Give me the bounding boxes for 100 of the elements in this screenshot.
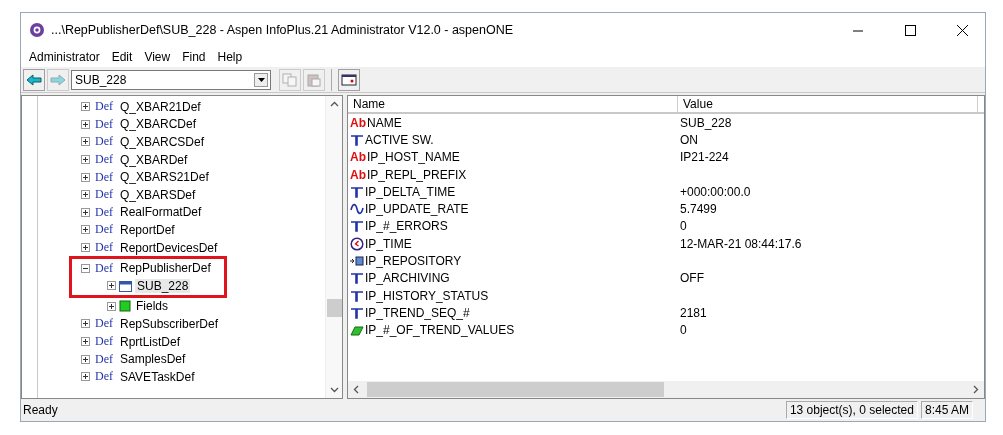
expand-icon[interactable]: [107, 301, 116, 311]
property-value: IP21-224: [679, 150, 729, 165]
property-value: 5.7499: [679, 202, 717, 217]
property-name[interactable]: IP_REPL_PREFIX: [367, 167, 467, 182]
def-label: Def: [95, 152, 113, 168]
property-name[interactable]: IP_TREND_SEQ_#: [365, 305, 470, 320]
location-combo[interactable]: SUB_228: [71, 69, 271, 90]
menu-item[interactable]: Administrator: [23, 50, 106, 64]
expand-icon[interactable]: [81, 225, 90, 235]
window-button[interactable]: [338, 68, 360, 91]
menu-item[interactable]: Edit: [105, 50, 139, 64]
def-label: Def: [95, 204, 113, 220]
dropdown-caret-icon[interactable]: [254, 72, 268, 87]
tree-item[interactable]: RepSubscriberDef: [118, 316, 221, 331]
step-signal-icon: [350, 184, 364, 199]
property-name[interactable]: IP_#_ERRORS: [365, 219, 448, 234]
scroll-up-icon[interactable]: [329, 100, 339, 109]
property-value: +000:00:00.0: [679, 184, 751, 199]
menu-item[interactable]: View: [138, 50, 177, 64]
menu-item[interactable]: Find: [176, 50, 212, 64]
tree-item[interactable]: RealFormatDef: [118, 205, 204, 220]
property-value: 12-MAR-21 08:44:17.6: [679, 236, 802, 251]
tree-item[interactable]: SAVETaskDef: [118, 369, 197, 384]
tree-item[interactable]: RepPublisherDef: [118, 261, 213, 276]
status-time: 8:45 AM: [920, 401, 973, 419]
def-label: Def: [95, 316, 113, 332]
property-name[interactable]: IP_HISTORY_STATUS: [365, 288, 489, 303]
collapse-icon[interactable]: [81, 263, 90, 273]
horizontal-scrollbar[interactable]: [348, 381, 984, 398]
repository-icon: [350, 254, 364, 268]
tree-item[interactable]: Q_XBARDef: [118, 152, 190, 167]
property-value: 2181: [679, 305, 707, 320]
menu-item[interactable]: Help: [211, 50, 249, 64]
text-type-icon: Ab: [350, 115, 366, 130]
def-label: Def: [95, 116, 113, 132]
expand-icon[interactable]: [81, 190, 90, 200]
tree-item[interactable]: ReportDef: [118, 222, 177, 237]
expand-icon[interactable]: [81, 337, 90, 346]
object-count: 13 object(s), 0 selected: [785, 401, 918, 419]
property-name[interactable]: IP_ARCHIVING: [365, 271, 450, 286]
property-name[interactable]: IP_TIME: [365, 236, 412, 251]
property-name[interactable]: IP_DELTA_TIME: [365, 184, 456, 199]
def-label: Def: [95, 260, 113, 276]
step-signal-icon: [350, 271, 364, 286]
expand-icon[interactable]: [81, 319, 90, 329]
window-title: ...\RepPublisherDef\SUB_228 - Aspen InfoPlus.21 Administrator V12.0 - aspenONE: [51, 23, 515, 37]
record-icon: [119, 279, 132, 292]
expand-icon[interactable]: [107, 281, 116, 291]
step-signal-icon: [350, 132, 364, 147]
tree-item[interactable]: Fields: [134, 299, 170, 314]
expand-icon[interactable]: [81, 119, 90, 129]
vertical-scrollbar[interactable]: [325, 96, 342, 398]
status-text: Ready: [23, 403, 59, 417]
app-logo-icon: [29, 22, 45, 38]
def-label: Def: [95, 134, 113, 150]
step-signal-icon: [350, 219, 364, 234]
property-value: SUB_228: [679, 115, 732, 130]
expand-icon[interactable]: [81, 354, 90, 364]
tree-item[interactable]: Q_XBAR21Def: [118, 99, 203, 114]
scroll-down-icon[interactable]: [329, 385, 339, 394]
back-button[interactable]: [23, 68, 45, 91]
expand-icon[interactable]: [81, 102, 90, 112]
expand-icon[interactable]: [81, 155, 90, 165]
property-value: 0: [679, 219, 687, 234]
tree-item[interactable]: Q_XBARS21Def: [118, 170, 211, 185]
property-name[interactable]: NAME: [367, 115, 402, 130]
property-name[interactable]: IP_#_OF_TREND_VALUES: [365, 323, 515, 338]
scroll-thumb[interactable]: [367, 382, 664, 397]
def-label: Def: [95, 187, 113, 203]
scroll-thumb[interactable]: [326, 299, 342, 317]
expand-icon[interactable]: [81, 137, 90, 147]
expand-icon[interactable]: [81, 207, 90, 217]
expand-icon[interactable]: [81, 372, 90, 382]
expand-icon[interactable]: [81, 172, 90, 182]
expand-icon[interactable]: [81, 243, 90, 253]
tree-item[interactable]: SUB_228: [135, 278, 191, 293]
def-label: Def: [95, 169, 113, 185]
def-label: Def: [95, 240, 113, 256]
scroll-left-icon[interactable]: [352, 385, 361, 394]
tree-item[interactable]: Q_XBARCSDef: [118, 135, 207, 149]
field-folder-icon: [119, 300, 131, 313]
column-header[interactable]: Name: [348, 96, 678, 112]
property-value: OFF: [679, 271, 704, 286]
def-label: Def: [95, 351, 113, 367]
tree-item[interactable]: RprtListDef: [118, 334, 183, 349]
close-icon: [956, 24, 968, 36]
maximize-icon: [904, 24, 916, 36]
property-name[interactable]: IP_UPDATE_RATE: [365, 202, 469, 217]
scroll-right-icon[interactable]: [971, 385, 980, 394]
tree-item[interactable]: Q_XBARSDef: [118, 187, 198, 202]
tree-item[interactable]: ReportDevicesDef: [118, 240, 220, 255]
column-header[interactable]: Value: [678, 96, 978, 112]
tree-item[interactable]: SamplesDef: [118, 352, 188, 367]
tree-item[interactable]: Q_XBARCDef: [118, 117, 199, 132]
property-name[interactable]: IP_REPOSITORY: [365, 254, 462, 268]
def-label: Def: [95, 334, 113, 349]
text-type-icon: Ab: [350, 150, 366, 165]
property-value: ON: [679, 132, 698, 147]
property-name[interactable]: IP_HOST_NAME: [367, 150, 460, 165]
property-name[interactable]: ACTIVE SW.: [365, 132, 434, 147]
